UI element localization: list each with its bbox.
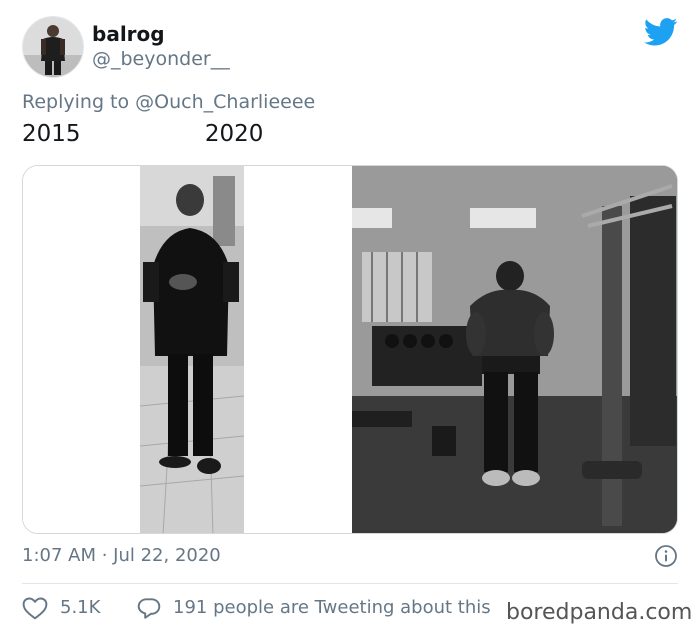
tweet-timestamp[interactable]: 1:07 AM · Jul 22, 2020 (22, 545, 221, 566)
author-display-name[interactable]: balrog (92, 22, 165, 46)
divider (22, 583, 678, 584)
replying-to-label: Replying to (22, 91, 136, 113)
author-handle[interactable]: @_beyonder__ (92, 48, 230, 70)
photo-2020-image (352, 166, 677, 533)
photo-2015-image (23, 166, 352, 533)
reply-mention-link[interactable]: @Ouch_Charlieeee (135, 91, 315, 113)
watermark: boredpanda.com (506, 600, 693, 625)
avatar-image (23, 17, 83, 77)
replying-to-line: Replying to @Ouch_Charlieeee (22, 91, 315, 113)
tweet-card: balrog @_beyonder__ Replying to @Ouch_Ch… (0, 0, 700, 636)
heart-icon[interactable] (22, 596, 48, 620)
comment-icon[interactable] (136, 596, 162, 620)
author-avatar[interactable] (22, 16, 84, 78)
twitter-bird-icon[interactable] (644, 18, 678, 46)
like-count[interactable]: 5.1K (60, 597, 100, 618)
tweet-text: 2015 2020 (22, 121, 264, 147)
tweeting-about-link[interactable]: 191 people are Tweeting about this (173, 597, 491, 618)
info-icon[interactable] (654, 544, 678, 568)
tweet-media[interactable] (22, 165, 678, 534)
photo-2020[interactable] (352, 166, 677, 533)
photo-2015[interactable] (23, 166, 352, 533)
